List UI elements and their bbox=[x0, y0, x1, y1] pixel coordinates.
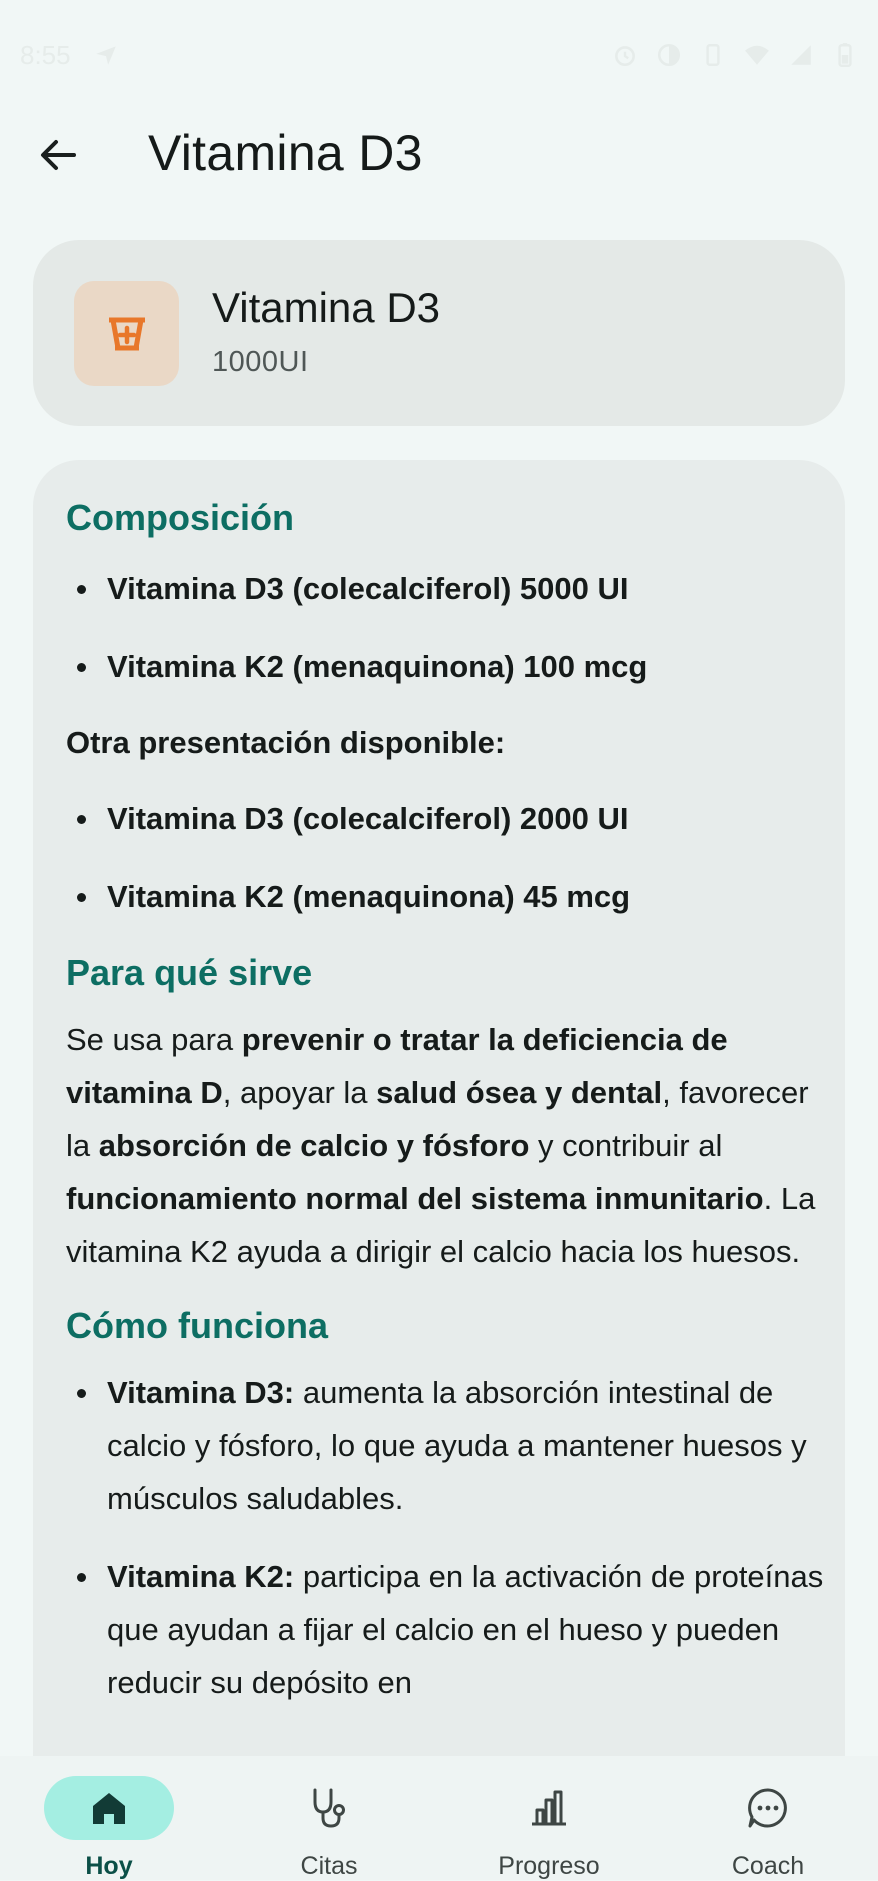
data-saver-icon bbox=[657, 43, 681, 67]
status-bar: 8:55 bbox=[0, 0, 878, 110]
nav-label: Coach bbox=[731, 1852, 805, 1880]
bar-chart-icon bbox=[532, 1790, 566, 1826]
nav-label: Hoy bbox=[85, 1852, 133, 1880]
wifi-icon bbox=[745, 45, 769, 65]
medication-dose: 1000UI bbox=[212, 346, 309, 378]
stethoscope-icon bbox=[313, 1788, 345, 1828]
alt-presentation-label: Otra presentación disponible: bbox=[66, 725, 506, 760]
list-item: Vitamina D3 (colecalciferol) 2000 UI bbox=[66, 792, 826, 845]
page-title: Vitamina D3 bbox=[148, 125, 423, 181]
app-bar: Vitamina D3 bbox=[0, 110, 878, 200]
mortar-pestle-plus-icon bbox=[108, 317, 145, 350]
nav-label: Progreso bbox=[498, 1852, 600, 1880]
composition-list: Vitamina D3 (colecalciferol) 5000 UI Vit… bbox=[66, 562, 826, 693]
back-arrow-icon[interactable] bbox=[34, 130, 84, 180]
alarm-icon bbox=[615, 46, 635, 67]
nav-label: Citas bbox=[300, 1852, 358, 1880]
section-heading-how-it-works: Cómo funciona bbox=[66, 1305, 328, 1346]
bottom-navigation: Hoy Citas Progreso Coach bbox=[0, 1756, 878, 1880]
nav-item-hoy[interactable]: Hoy bbox=[19, 1756, 199, 1880]
purpose-paragraph: Se usa para prevenir o tratar la deficie… bbox=[66, 1022, 816, 1269]
list-item: Vitamina K2 (menaquinona) 45 mcg bbox=[66, 870, 826, 923]
nav-item-progreso[interactable]: Progreso bbox=[459, 1756, 639, 1880]
battery-icon bbox=[838, 43, 852, 68]
nav-item-coach[interactable]: Coach bbox=[678, 1756, 858, 1880]
location-icon bbox=[95, 46, 116, 65]
list-item: Vitamina K2: participa en la activación … bbox=[66, 1550, 826, 1709]
status-time: 8:55 bbox=[20, 39, 71, 70]
section-heading-purpose: Para qué sirve bbox=[66, 952, 313, 993]
medication-icon-container bbox=[74, 281, 179, 386]
vibrate-icon bbox=[706, 44, 720, 66]
signal-icon bbox=[791, 45, 811, 65]
alt-composition-list: Vitamina D3 (colecalciferol) 2000 UI Vit… bbox=[66, 792, 826, 923]
details-content: Composición Vitamina D3 (colecalciferol)… bbox=[66, 500, 826, 1709]
home-icon bbox=[93, 1793, 125, 1824]
medication-details-card[interactable]: Composición Vitamina D3 (colecalciferol)… bbox=[33, 460, 845, 1880]
list-item: Vitamina K2 (menaquinona) 100 mcg bbox=[66, 640, 826, 693]
section-heading-composition: Composición bbox=[66, 497, 295, 538]
medication-name: Vitamina D3 bbox=[212, 284, 441, 331]
medication-header-card: Vitamina D3 1000UI bbox=[33, 240, 845, 426]
list-item: Vitamina D3: aumenta la absorción intest… bbox=[66, 1366, 826, 1525]
how-it-works-list: Vitamina D3: aumenta la absorción intest… bbox=[66, 1366, 826, 1709]
chat-bubble-icon bbox=[748, 1788, 787, 1828]
list-item: Vitamina D3 (colecalciferol) 5000 UI bbox=[66, 562, 826, 615]
nav-item-citas[interactable]: Citas bbox=[239, 1756, 419, 1880]
